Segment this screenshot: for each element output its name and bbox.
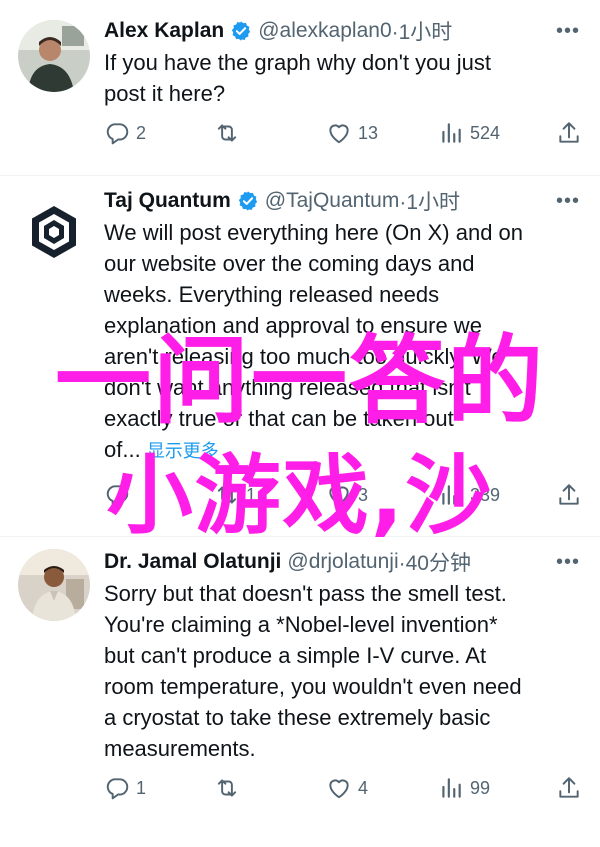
share-button[interactable] xyxy=(556,775,582,801)
views-button[interactable]: 339 xyxy=(438,482,500,508)
views-button[interactable]: 524 xyxy=(438,120,500,146)
tweet-text: If you have the graph why don't you just… xyxy=(104,47,580,109)
repost-icon xyxy=(217,124,237,142)
like-button[interactable]: 4 xyxy=(326,775,368,801)
text-line: but can't produce a simple I-V curve. At xyxy=(104,643,487,668)
timestamp[interactable]: ·40分钟 xyxy=(399,547,471,577)
author-handle[interactable]: @drjolatunji xyxy=(287,550,398,574)
author-handle[interactable]: @TajQuantum xyxy=(265,189,400,213)
reply-icon xyxy=(106,123,129,145)
reply-icon xyxy=(106,485,129,507)
avatar-photo-jamal xyxy=(18,549,90,621)
text-line: aren't releasing too much too quickly. W… xyxy=(104,344,504,369)
text-line: Sorry but that doesn't pass the smell te… xyxy=(104,581,507,606)
show-more-link[interactable]: 显示更多 xyxy=(147,441,219,462)
more-icon[interactable]: ••• xyxy=(556,551,580,574)
verified-badge-icon xyxy=(238,191,257,211)
more-icon[interactable]: ••• xyxy=(556,20,580,43)
repost-button[interactable]: 1 xyxy=(214,482,256,508)
text-line: of... xyxy=(104,437,141,462)
like-icon xyxy=(329,124,349,144)
avatar[interactable] xyxy=(18,20,90,92)
reply-icon xyxy=(106,778,129,800)
like-button[interactable]: 13 xyxy=(326,120,378,146)
timestamp[interactable]: ·1小时 xyxy=(399,186,460,216)
avatar[interactable] xyxy=(18,549,90,621)
views-count: 99 xyxy=(470,777,491,798)
text-line: don't want anything released that isn't xyxy=(104,375,471,400)
action-bar: 1 3 339 xyxy=(104,482,584,512)
repost-icon xyxy=(217,779,237,797)
views-icon xyxy=(442,123,461,143)
text-line: post it here? xyxy=(104,81,226,106)
timestamp[interactable]: ·1小时 xyxy=(392,16,453,46)
tweet-alex-kaplan[interactable]: Alex Kaplan @alexkaplan0 ·1小时 ••• If you… xyxy=(0,0,600,175)
repost-button[interactable] xyxy=(214,775,246,801)
text-line: exactly true or that can be taken out xyxy=(104,406,454,431)
avatar-photo-alex xyxy=(18,20,90,92)
like-icon xyxy=(329,486,349,506)
like-count: 3 xyxy=(358,484,369,505)
views-count: 524 xyxy=(470,122,501,143)
like-count: 13 xyxy=(358,122,379,143)
like-count: 4 xyxy=(358,777,369,798)
tweet-taj-quantum[interactable]: Taj Quantum @TajQuantum ·1小时 ••• We will… xyxy=(0,176,600,536)
tweet-text: We will post everything here (On X) and … xyxy=(104,217,580,467)
text-line: We will post everything here (On X) and … xyxy=(104,220,524,245)
reply-button[interactable]: 1 xyxy=(104,775,146,801)
text-line: our website over the coming days and xyxy=(104,251,475,276)
text-line: explanation and approval to ensure we xyxy=(104,313,482,338)
views-icon xyxy=(442,778,461,798)
author-name[interactable]: Dr. Jamal Olatunji xyxy=(104,550,281,574)
views-count: 339 xyxy=(470,484,501,505)
text-line: a cryostat to take these extremely basic xyxy=(104,705,491,730)
text-line: measurements. xyxy=(104,736,256,761)
action-bar: 2 13 524 xyxy=(104,120,584,150)
like-button[interactable]: 3 xyxy=(326,482,368,508)
repost-icon xyxy=(217,486,237,504)
more-icon[interactable]: ••• xyxy=(556,190,580,213)
tweet-jamal-olatunji[interactable]: Dr. Jamal Olatunji @drjolatunji ·40分钟 ••… xyxy=(0,537,600,847)
text-line: If you have the graph why don't you just xyxy=(104,50,491,75)
action-bar: 1 4 99 xyxy=(104,775,584,805)
reply-button[interactable] xyxy=(104,482,136,508)
share-button[interactable] xyxy=(556,482,582,508)
repost-count: 1 xyxy=(246,484,257,505)
share-icon xyxy=(559,777,579,798)
share-icon xyxy=(559,122,579,143)
text-line: room temperature, you wouldn't even need xyxy=(104,674,522,699)
tweet-text: Sorry but that doesn't pass the smell te… xyxy=(104,578,580,764)
share-button[interactable] xyxy=(556,120,582,146)
like-icon xyxy=(329,779,349,799)
reply-count: 1 xyxy=(136,777,147,798)
text-line: weeks. Everything released needs xyxy=(104,282,440,307)
repost-button[interactable] xyxy=(214,120,246,146)
text-line: You're claiming a *Nobel-level invention… xyxy=(104,612,498,637)
author-name[interactable]: Taj Quantum xyxy=(104,189,231,213)
views-button[interactable]: 99 xyxy=(438,775,490,801)
taj-quantum-logo xyxy=(18,196,90,268)
views-icon xyxy=(442,485,461,505)
verified-badge-icon xyxy=(232,21,251,41)
author-handle[interactable]: @alexkaplan0 xyxy=(258,19,391,43)
avatar[interactable] xyxy=(18,196,90,268)
reply-count: 2 xyxy=(136,122,147,143)
author-name[interactable]: Alex Kaplan xyxy=(104,19,224,43)
share-icon xyxy=(559,484,579,505)
reply-button[interactable]: 2 xyxy=(104,120,146,146)
